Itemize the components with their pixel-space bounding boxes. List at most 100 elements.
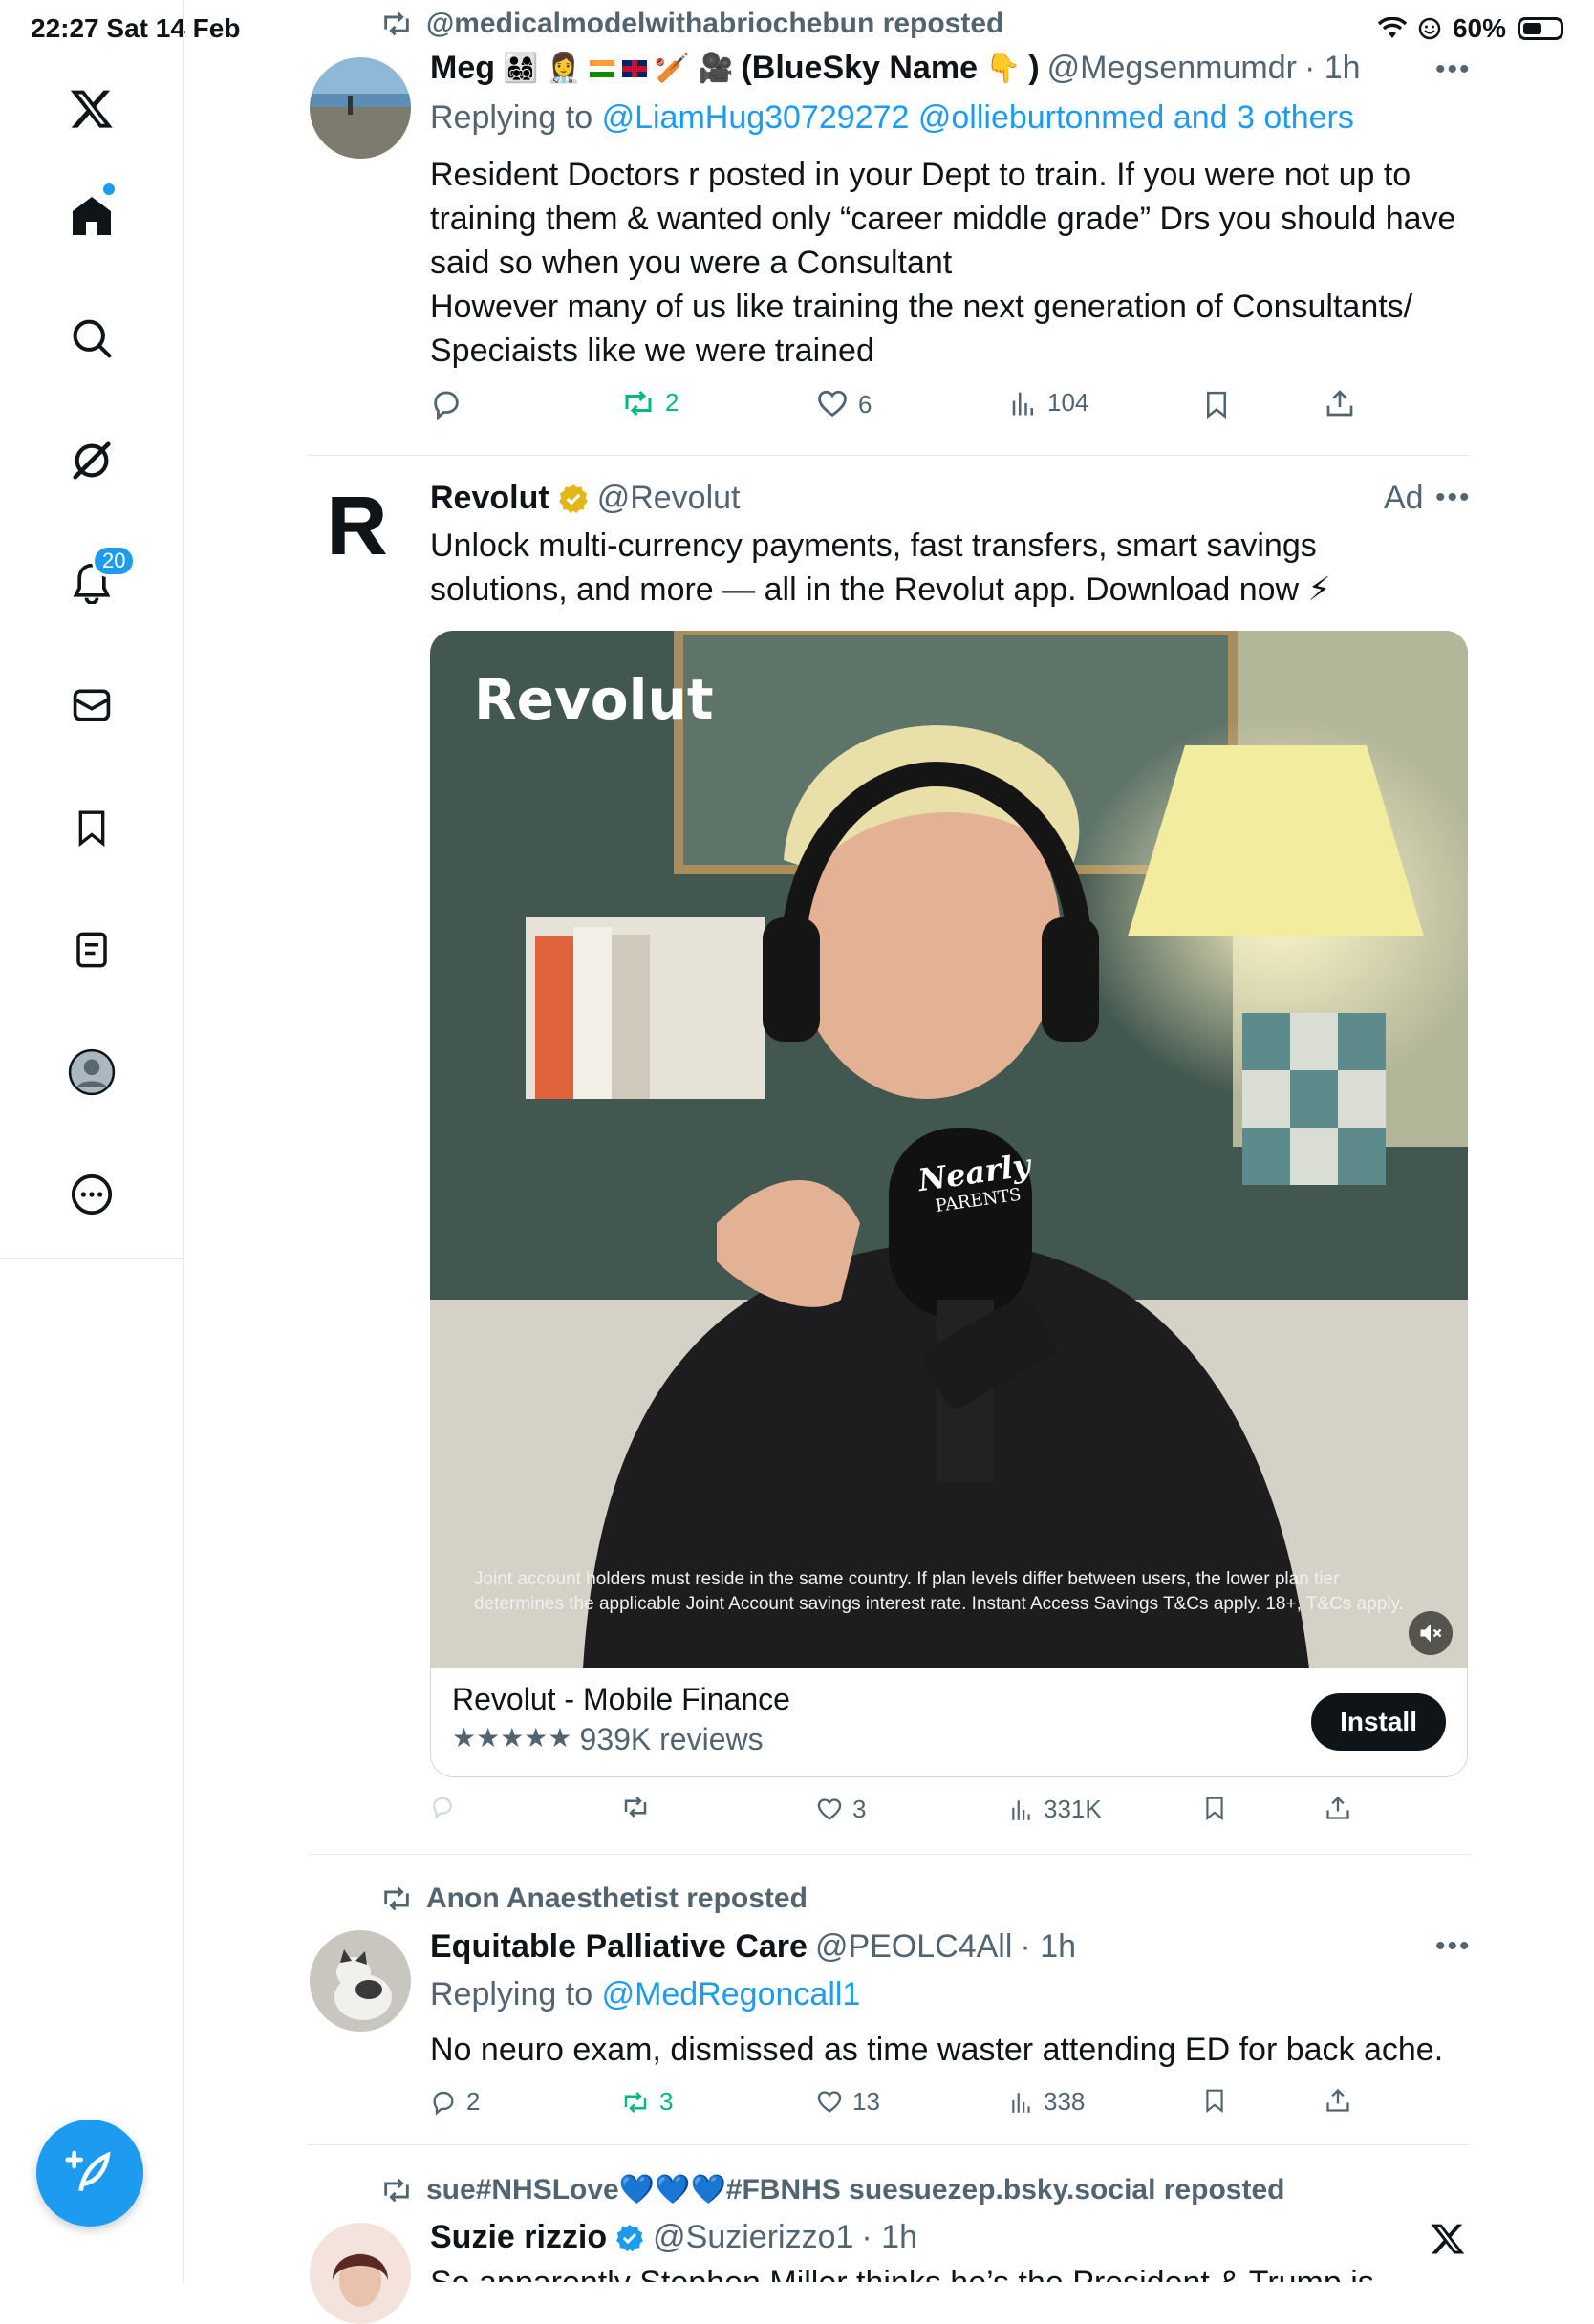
nav-messages[interactable] bbox=[48, 661, 136, 749]
card-rating: ★★★★★ 939K reviews bbox=[452, 1722, 764, 1757]
reply-button[interactable]: 2 bbox=[430, 2087, 480, 2117]
views-count: 338 bbox=[1044, 2087, 1086, 2116]
nav-more[interactable] bbox=[48, 1151, 136, 1238]
revolut-avatar[interactable] bbox=[319, 487, 396, 564]
author-name-close: ) bbox=[1028, 50, 1040, 86]
ad-video[interactable]: Revolut Nearly PARENTS Joint account hol… bbox=[430, 631, 1468, 1668]
reply-count: 2 bbox=[466, 2087, 481, 2116]
disclaimer-line-1: Joint account holders must reside in the… bbox=[474, 1569, 1340, 1589]
messages-icon bbox=[73, 689, 111, 721]
like-button[interactable]: 6 bbox=[816, 388, 872, 420]
tweet-text: Unlock multi-currency payments, fast tra… bbox=[430, 527, 1331, 608]
reposted-by: Anon Anaesthetist reposted bbox=[426, 1883, 808, 1914]
verified-blue-icon bbox=[616, 2224, 644, 2251]
battery-icon bbox=[1518, 17, 1563, 40]
like-button[interactable]: 3 bbox=[816, 1795, 866, 1824]
views-button[interactable]: 331K bbox=[1009, 1795, 1102, 1824]
tweet-separator bbox=[308, 455, 1470, 456]
reply-button[interactable] bbox=[430, 388, 472, 420]
nav-lists[interactable] bbox=[48, 906, 136, 994]
bookmark-button[interactable] bbox=[1202, 388, 1231, 420]
like-button[interactable]: 13 bbox=[816, 2087, 880, 2117]
repost-count: 3 bbox=[659, 2087, 674, 2116]
share-button[interactable] bbox=[1325, 388, 1355, 419]
tweet-actions: 2 6 104 bbox=[430, 388, 1472, 426]
nav-home[interactable] bbox=[48, 172, 136, 260]
emoji-camera-icon: 🎥 bbox=[698, 53, 734, 84]
bookmark-button[interactable] bbox=[1202, 1795, 1227, 1821]
replying-to-link[interactable]: @MedRegoncall1 bbox=[602, 1976, 861, 2012]
tweet-text: No neuro exam, dismissed as time waster … bbox=[430, 2032, 1444, 2068]
tweet-time[interactable]: · 1h bbox=[1020, 1928, 1076, 1966]
views-icon bbox=[1012, 1799, 1030, 1820]
rating-stars-icon: ★★★★★ bbox=[452, 1723, 572, 1753]
repost-count: 2 bbox=[665, 388, 679, 417]
tweet-text: So apparently Stephen Miller thinks he’s… bbox=[430, 2261, 1472, 2282]
avatar[interactable] bbox=[310, 1930, 411, 2032]
search-icon bbox=[73, 319, 112, 358]
repost-indicator: @medicalmodelwithabriochebun reposted bbox=[380, 8, 1003, 40]
reply-button[interactable] bbox=[430, 1795, 455, 1819]
heart-icon bbox=[818, 390, 847, 418]
repost-icon bbox=[384, 11, 409, 36]
nav-bookmarks[interactable] bbox=[48, 784, 136, 872]
tweet-time[interactable]: · 1h bbox=[861, 2219, 917, 2256]
like-count: 3 bbox=[852, 1795, 867, 1823]
author-handle[interactable]: @Revolut bbox=[597, 480, 741, 517]
share-icon bbox=[1326, 390, 1353, 417]
author-name[interactable]: Revolut bbox=[430, 480, 549, 517]
repost-button[interactable]: 3 bbox=[621, 2087, 673, 2117]
nav-notifications[interactable]: 20 bbox=[48, 539, 137, 627]
author-row: Equitable Palliative Care @PEOLC4All · 1… bbox=[430, 1928, 1076, 1966]
x-logo-icon bbox=[70, 90, 113, 128]
like-count: 13 bbox=[852, 2087, 880, 2116]
more-options-icon[interactable]: ••• bbox=[1435, 482, 1472, 514]
views-button[interactable]: 338 bbox=[1009, 2087, 1085, 2117]
views-count: 104 bbox=[1047, 388, 1089, 417]
x-logo-badge[interactable] bbox=[1430, 2221, 1466, 2262]
battery-percent: 60% bbox=[1452, 13, 1506, 43]
replying-prefix: Replying to bbox=[430, 99, 593, 136]
nav-search[interactable] bbox=[48, 294, 136, 382]
more-icon bbox=[71, 1173, 113, 1216]
author-name[interactable]: Suzie rizzio bbox=[430, 2219, 607, 2256]
author-name[interactable]: Equitable Palliative Care bbox=[430, 1928, 808, 1966]
author-handle[interactable]: @Suzierizzo1 bbox=[653, 2219, 853, 2256]
nav-profile[interactable] bbox=[48, 1028, 136, 1116]
tweet-time[interactable]: · 1h bbox=[1304, 50, 1361, 87]
more-options-icon[interactable]: ••• bbox=[1435, 1930, 1472, 1963]
repost-icon bbox=[624, 1797, 647, 1818]
compose-button[interactable] bbox=[36, 2120, 143, 2227]
author-handle[interactable]: @PEOLC4All bbox=[815, 1928, 1012, 1966]
bookmarks-icon bbox=[78, 810, 105, 848]
more-options-icon[interactable]: ••• bbox=[1435, 54, 1472, 86]
share-button[interactable] bbox=[1325, 1795, 1351, 1821]
nav-x-logo[interactable] bbox=[48, 65, 136, 153]
disclaimer-line-2: determines the applicable Joint Account … bbox=[474, 1594, 1404, 1614]
repost-button[interactable]: 2 bbox=[621, 388, 679, 418]
avatar[interactable] bbox=[310, 57, 411, 159]
install-button[interactable]: Install bbox=[1311, 1693, 1446, 1751]
emoji-point-down-icon: 👇 bbox=[984, 53, 1022, 84]
avatar[interactable] bbox=[310, 2223, 411, 2324]
share-button[interactable] bbox=[1325, 2087, 1351, 2114]
revolut-r-logo-icon bbox=[332, 497, 386, 554]
wifi-icon bbox=[1377, 17, 1407, 38]
home-unread-dot bbox=[103, 183, 115, 195]
replying-to-link[interactable]: @LiamHug30729272 @ollieburtonmed and 3 o… bbox=[602, 99, 1354, 136]
nav-grok[interactable] bbox=[48, 417, 136, 505]
repost-button[interactable] bbox=[621, 1795, 650, 1819]
reposted-by: @medicalmodelwithabriochebun reposted bbox=[426, 8, 1004, 39]
ad-card[interactable]: Revolut - Mobile Finance ★★★★★ 939K revi… bbox=[430, 1668, 1468, 1777]
mute-button[interactable] bbox=[1409, 1611, 1453, 1655]
heart-icon bbox=[817, 2090, 842, 2113]
flag-uk-icon bbox=[621, 59, 647, 77]
bookmark-button[interactable] bbox=[1202, 2087, 1227, 2114]
bookmark-icon bbox=[1206, 1797, 1223, 1821]
author-handle[interactable]: @Megsenmumdr bbox=[1047, 50, 1297, 87]
repost-icon bbox=[384, 2178, 409, 2202]
reposted-by: sue#NHSLove💙💙💙#FBNHS suesuezep.bsky.soci… bbox=[426, 2174, 1285, 2206]
tweet-actions: 3 331K bbox=[430, 1795, 1472, 1833]
author-name[interactable]: Meg bbox=[430, 50, 495, 87]
views-button[interactable]: 104 bbox=[1009, 388, 1088, 418]
